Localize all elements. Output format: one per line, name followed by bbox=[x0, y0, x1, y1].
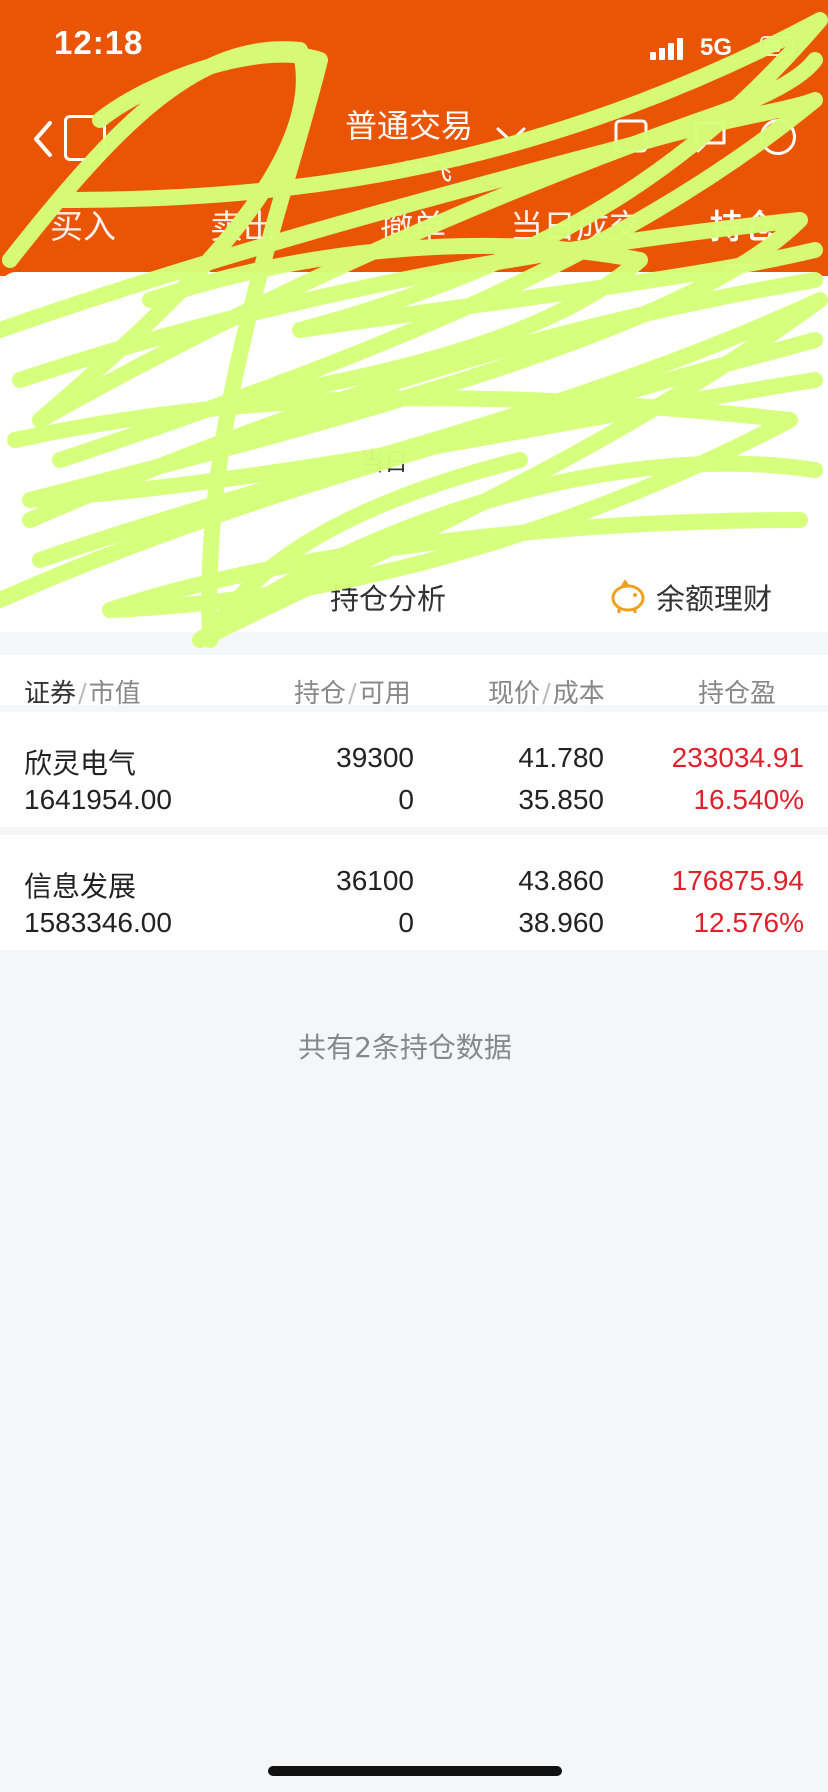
position-profit: 176875.94 bbox=[671, 865, 804, 896]
account-name: **飞 bbox=[400, 157, 453, 187]
battery-icon bbox=[760, 36, 794, 56]
status-bar: 12:18 5G bbox=[0, 0, 828, 90]
col-security-main: 证券 bbox=[24, 679, 77, 709]
col-security-sub: 市值 bbox=[88, 679, 141, 709]
tab-sell[interactable]: 卖出 bbox=[210, 200, 276, 248]
current-price: 43.860 bbox=[518, 865, 604, 896]
position-profit-pct: 12.576% bbox=[693, 907, 804, 938]
holding-qty: 39300 bbox=[336, 742, 414, 773]
available-qty: 0 bbox=[398, 784, 414, 815]
app-root: 12:18 5G 普通交易 **飞 买入 卖出 撤单 当日成交 持仓 当日 持仓… bbox=[0, 0, 828, 1792]
network-label: 5G bbox=[700, 34, 733, 61]
tab-positions[interactable]: 持仓 bbox=[710, 200, 776, 248]
message-icon[interactable] bbox=[690, 115, 730, 157]
top-bar: 普通交易 **飞 bbox=[0, 95, 828, 195]
col-price[interactable]: 现价/成本 bbox=[488, 673, 605, 710]
cost-price: 38.960 bbox=[518, 907, 604, 938]
col-price-sub: 成本 bbox=[552, 679, 605, 709]
table-row[interactable]: 信息发展 1583346.00 36100 0 43.860 38.960 17… bbox=[0, 835, 828, 950]
holding-qty: 36100 bbox=[336, 865, 414, 896]
col-holding-main: 持仓 bbox=[294, 679, 347, 709]
col-price-main: 现价 bbox=[488, 679, 541, 709]
back-arrow-icon[interactable] bbox=[24, 115, 64, 163]
table-row[interactable]: 欣灵电气 1641954.00 39300 0 41.780 35.850 23… bbox=[0, 712, 828, 827]
tab-cancel[interactable]: 撤单 bbox=[380, 200, 446, 248]
home-indicator[interactable] bbox=[268, 1766, 562, 1776]
stock-name: 信息发展 bbox=[24, 870, 137, 903]
position-profit: 233034.91 bbox=[671, 742, 804, 773]
page-title: 普通交易 bbox=[345, 107, 474, 145]
tab-buy[interactable]: 买入 bbox=[50, 200, 116, 248]
more-icon[interactable] bbox=[760, 119, 796, 155]
available-qty: 0 bbox=[398, 907, 414, 938]
col-profit-main: 持仓盈 bbox=[698, 679, 777, 709]
home-icon[interactable] bbox=[64, 115, 106, 161]
active-tab-indicator bbox=[725, 264, 765, 269]
cost-price: 35.850 bbox=[518, 784, 604, 815]
stock-name: 欣灵电气 bbox=[24, 747, 137, 780]
positions-count-note: 共有2条持仓数据 bbox=[298, 1031, 512, 1064]
current-price: 41.780 bbox=[518, 742, 604, 773]
col-security[interactable]: 证券/市值 bbox=[24, 673, 141, 710]
piggy-bank-icon bbox=[611, 579, 645, 613]
header: 12:18 5G 普通交易 **飞 买入 卖出 撤单 当日成交 持仓 bbox=[0, 0, 828, 276]
positions-table-header: 证券/市值 持仓/可用 现价/成本 持仓盈 bbox=[0, 655, 828, 709]
summary-today-label: 当日 bbox=[360, 448, 408, 476]
position-analysis-button[interactable]: 持仓分析 bbox=[330, 576, 446, 618]
col-profit[interactable]: 持仓盈 bbox=[698, 673, 776, 710]
refresh-icon[interactable] bbox=[612, 115, 652, 157]
balance-finance-button[interactable]: 余额理财 bbox=[608, 576, 772, 618]
market-value: 1641954.00 bbox=[24, 784, 172, 815]
balance-finance-label: 余额理财 bbox=[656, 582, 773, 616]
signal-icon bbox=[650, 36, 690, 60]
col-holding-sub: 可用 bbox=[358, 679, 411, 709]
trade-tabs: 买入 卖出 撤单 当日成交 持仓 bbox=[0, 200, 828, 269]
position-profit-pct: 16.540% bbox=[693, 784, 804, 815]
position-analysis-label: 持仓分析 bbox=[330, 582, 447, 616]
chevron-down-icon bbox=[496, 127, 526, 143]
market-value: 1583346.00 bbox=[24, 907, 172, 938]
quick-actions: 持仓分析 余额理财 bbox=[0, 560, 828, 630]
account-switcher[interactable]: 普通交易 **飞 bbox=[300, 101, 530, 191]
status-time: 12:18 bbox=[54, 24, 144, 61]
tab-today-deals[interactable]: 当日成交 bbox=[510, 200, 642, 248]
col-holding[interactable]: 持仓/可用 bbox=[294, 673, 411, 710]
